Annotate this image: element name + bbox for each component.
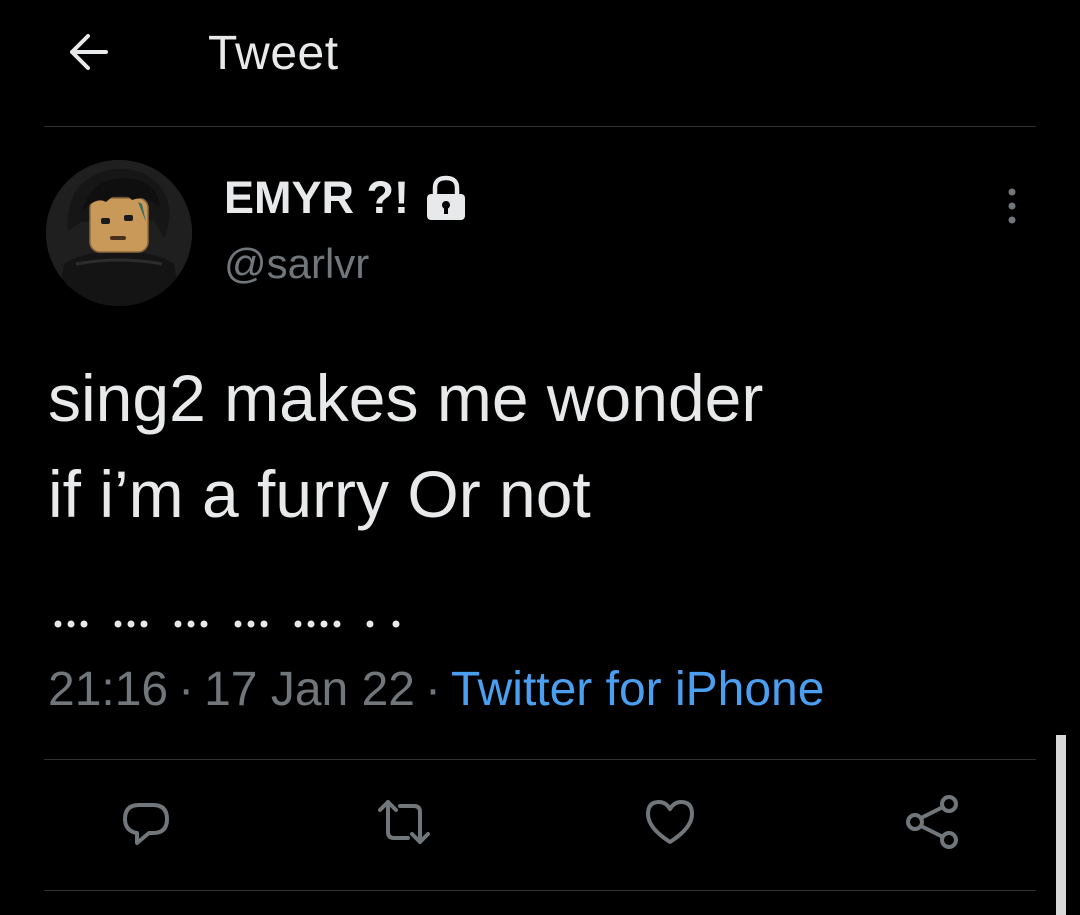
arrow-left-icon bbox=[70, 34, 108, 70]
meta-divider bbox=[44, 759, 1036, 760]
lego-minifigure-avatar bbox=[46, 160, 192, 306]
scrollbar[interactable] bbox=[1056, 735, 1066, 915]
display-name[interactable]: EMYR ?! bbox=[224, 172, 409, 224]
tweet-date: 17 Jan 22 bbox=[204, 663, 415, 716]
user-handle[interactable]: @sarlvr bbox=[224, 240, 369, 288]
tweet-line: if i’m a furry Or not bbox=[48, 457, 591, 531]
actions-divider bbox=[44, 890, 1036, 891]
share-icon bbox=[906, 795, 958, 849]
tweet-text: sing2 makes me wonder if i’m a furry Or … bbox=[48, 350, 1028, 542]
tweet-line: sing2 makes me wonder bbox=[48, 361, 764, 435]
avatar[interactable] bbox=[46, 160, 192, 306]
meta-separator: · bbox=[424, 663, 441, 716]
tweet-time: 21:16 bbox=[48, 663, 169, 716]
dotted-separator bbox=[54, 620, 400, 628]
reply-button[interactable] bbox=[116, 792, 176, 852]
more-vertical-icon bbox=[1008, 188, 1016, 224]
retweet-icon bbox=[378, 800, 430, 844]
tweet-actions bbox=[0, 770, 1080, 880]
meta-separator: · bbox=[178, 663, 195, 716]
share-button[interactable] bbox=[902, 792, 962, 852]
tweet-meta: 21:16 · 17 Jan 22 · Twitter for iPhone bbox=[48, 662, 824, 717]
page-title: Tweet bbox=[208, 27, 339, 80]
lock-icon bbox=[421, 173, 471, 223]
heart-icon bbox=[646, 800, 694, 844]
header-divider bbox=[44, 126, 1036, 127]
tweet-source-link[interactable]: Twitter for iPhone bbox=[451, 663, 825, 716]
like-button[interactable] bbox=[640, 792, 700, 852]
author-name-row: EMYR ?! bbox=[224, 170, 471, 226]
reply-icon bbox=[123, 803, 169, 845]
retweet-button[interactable] bbox=[374, 792, 434, 852]
more-options-button[interactable] bbox=[992, 178, 1032, 234]
top-bar: Tweet bbox=[0, 0, 1080, 126]
back-button[interactable] bbox=[62, 28, 114, 76]
